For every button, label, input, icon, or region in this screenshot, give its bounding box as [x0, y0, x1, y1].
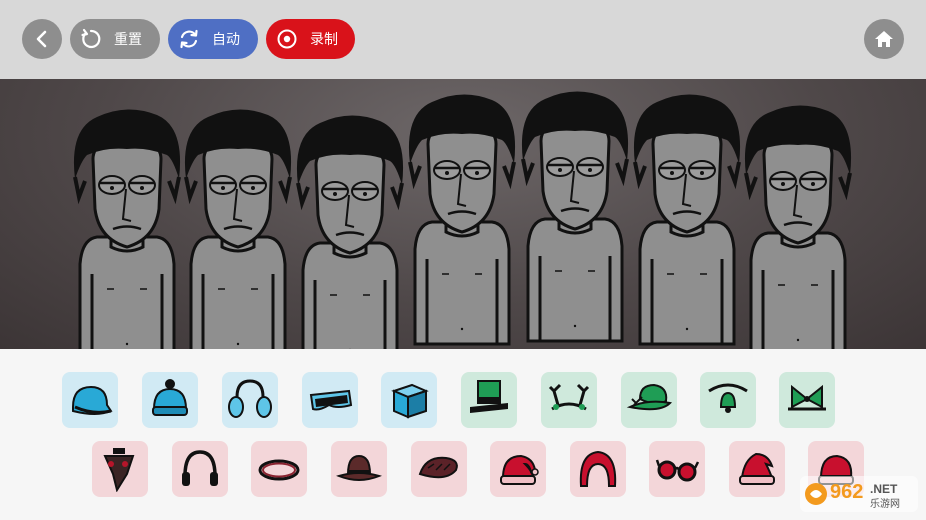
character-7[interactable]: [742, 103, 854, 349]
cube-icon: [391, 383, 429, 419]
bell-headband-icon: [708, 383, 748, 413]
svg-text:乐游网: 乐游网: [870, 497, 900, 510]
back-button[interactable]: [22, 19, 62, 59]
plague-mask-icon: [103, 448, 135, 492]
beanie-icon: [152, 379, 188, 416]
fedora-icon: [336, 454, 382, 481]
svg-text:.NET: .NET: [870, 482, 898, 496]
item-halo-ring[interactable]: [251, 441, 307, 497]
item-bow[interactable]: [779, 372, 835, 428]
character-2[interactable]: [182, 107, 294, 349]
character-5[interactable]: [519, 89, 631, 343]
item-santa-hat-2[interactable]: [729, 441, 785, 497]
home-icon: [875, 31, 893, 47]
item-beanie[interactable]: [142, 372, 198, 428]
item-hair-bun[interactable]: [411, 441, 467, 497]
character-3[interactable]: [294, 113, 406, 349]
item-tray: [0, 349, 926, 520]
reset-icon: [80, 28, 102, 50]
santa-hat-icon: [739, 452, 775, 485]
item-fedora[interactable]: [331, 441, 387, 497]
item-goggles[interactable]: [302, 372, 358, 428]
item-headphones[interactable]: [172, 441, 228, 497]
chevron-left-icon: [36, 30, 47, 48]
item-cube[interactable]: [381, 372, 437, 428]
goggles-icon: [309, 389, 353, 411]
item-plague-mask[interactable]: [92, 441, 148, 497]
santa-hat-icon: [500, 454, 539, 485]
auto-button[interactable]: 自动: [168, 19, 258, 59]
item-antlers[interactable]: [541, 372, 597, 428]
top-hat-icon: [470, 380, 508, 413]
stage: [0, 79, 926, 349]
characters-layer: [71, 89, 854, 349]
top-toolbar: 重置 自动 录制: [0, 0, 926, 79]
item-santa-hat-1[interactable]: [490, 441, 546, 497]
item-bell-headband[interactable]: [700, 372, 756, 428]
record-button[interactable]: 录制: [266, 19, 355, 59]
hood-icon: [579, 450, 617, 487]
reset-button[interactable]: 重置: [70, 19, 160, 59]
sync-icon: [178, 28, 200, 50]
site-watermark-logo: 962 .NET 乐游网: [800, 474, 918, 514]
home-button[interactable]: [864, 19, 904, 59]
antlers-icon: [548, 383, 590, 411]
hair-bun-icon: [418, 456, 458, 479]
svg-text:962: 962: [830, 481, 863, 503]
character-4[interactable]: [406, 92, 518, 346]
item-top-hat[interactable]: [461, 372, 517, 428]
reset-label: 重置: [114, 32, 142, 48]
character-6[interactable]: [631, 92, 743, 346]
item-round-glasses[interactable]: [649, 441, 705, 497]
item-hood[interactable]: [570, 441, 626, 497]
cap-icon: [72, 385, 113, 415]
record-icon: [276, 28, 298, 50]
item-cap[interactable]: [62, 372, 118, 428]
bow-icon: [788, 384, 826, 411]
earmuffs-icon: [228, 379, 272, 418]
character-1[interactable]: [71, 107, 183, 349]
auto-label: 自动: [212, 32, 240, 48]
headphones-icon: [182, 450, 218, 486]
item-feather-hat[interactable]: [621, 372, 677, 428]
record-label: 录制: [310, 32, 338, 48]
item-earmuffs[interactable]: [222, 372, 278, 428]
feather-hat-icon: [626, 383, 672, 411]
halo-ring-icon: [258, 459, 300, 481]
round-glasses-icon: [655, 459, 700, 482]
